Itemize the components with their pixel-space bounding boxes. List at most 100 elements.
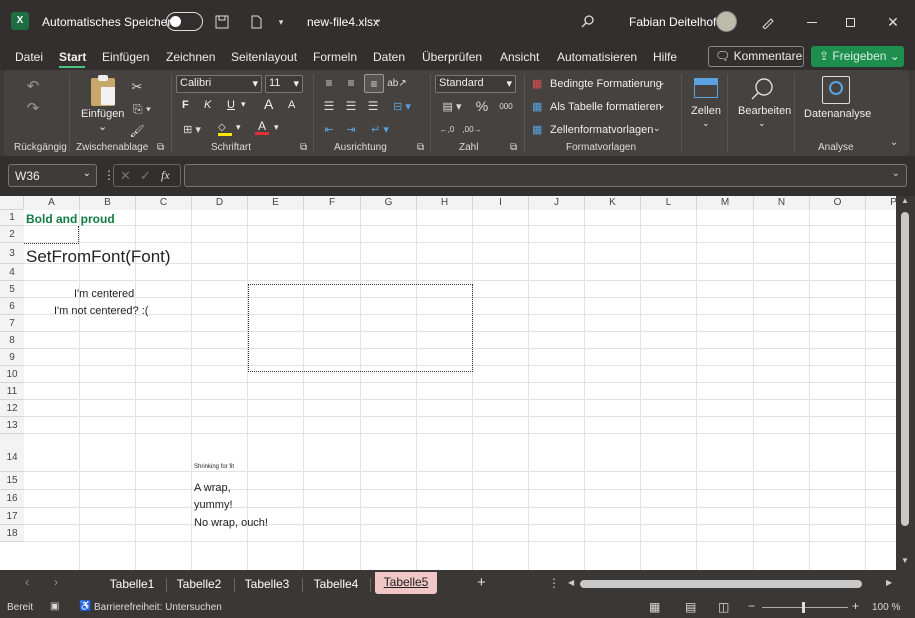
confirm-icon[interactable]: ✓ (140, 168, 151, 184)
underline-icon[interactable]: U (227, 99, 235, 111)
sheet-tab-4[interactable]: Tabelle4 (307, 574, 365, 594)
column-header-d[interactable]: D (192, 196, 248, 210)
search-icon[interactable] (578, 11, 598, 31)
scroll-left-icon[interactable]: ◀ (568, 578, 574, 587)
collapse-ribbon-icon[interactable]: ⌄ (886, 134, 902, 150)
formula-input[interactable]: ⌄ (184, 164, 907, 187)
row-header-2[interactable]: 2 (0, 226, 24, 243)
close-icon[interactable]: ✕ (883, 12, 903, 32)
font-color-chevron-icon[interactable]: ▾ (274, 122, 279, 133)
paste-icon[interactable] (91, 75, 115, 106)
cell-styles-chevron-icon[interactable]: ⌄ (653, 123, 661, 134)
format-as-table-button[interactable]: Als Tabelle formatieren (550, 101, 662, 113)
cell-a1[interactable]: Bold and proud (26, 212, 115, 226)
cell-d15-line1[interactable]: A wrap, (194, 482, 231, 494)
scroll-down-icon[interactable]: ▼ (901, 556, 909, 565)
row-header-6[interactable]: 6 (0, 298, 24, 315)
row-header-8[interactable]: 8 (0, 332, 24, 349)
data-analysis-button[interactable]: Datenanalyse (804, 108, 871, 120)
cancel-icon[interactable]: ✕ (120, 168, 131, 184)
shrink-font-icon[interactable]: A (288, 99, 295, 111)
font-name-select[interactable]: Calibri ▾ (176, 75, 262, 93)
vertical-scroll-thumb[interactable] (901, 212, 909, 526)
add-sheet-icon[interactable]: + (477, 574, 486, 591)
copy-icon[interactable]: ⎘ ▾ (128, 100, 156, 118)
row-header-13[interactable]: 13 (0, 417, 24, 434)
row-header-5[interactable]: 5 (0, 281, 24, 298)
maximize-icon[interactable] (840, 12, 860, 32)
row-header-16[interactable]: 16 (0, 490, 24, 508)
column-header-l[interactable]: L (641, 196, 697, 210)
tab-automatisieren[interactable]: Automatisieren (557, 50, 637, 64)
paste-chevron-icon[interactable]: ⌄ (98, 120, 107, 133)
accessibility-status[interactable]: Barrierefreiheit: Untersuchen (94, 602, 222, 613)
increase-decimal-icon[interactable]: ←,0 (437, 121, 457, 137)
spreadsheet-grid[interactable]: A B C D E F G H I J K L M N O P 1 2 3 4 5 6 7 8 9 10 11 12 13 14 15 16 1… (0, 196, 915, 570)
editing-chevron-icon[interactable]: ⌄ (758, 118, 766, 129)
document-icon[interactable] (246, 12, 266, 32)
number-format-select[interactable]: Standard ▾ (435, 75, 516, 93)
column-header-m[interactable]: M (697, 196, 754, 210)
expand-formula-icon[interactable]: ⌄ (892, 168, 900, 179)
column-header-h[interactable]: H (417, 196, 473, 210)
zoom-slider-thumb[interactable] (802, 602, 805, 613)
column-header-a[interactable]: A (24, 196, 80, 210)
sheet-tab-3[interactable]: Tabelle3 (238, 574, 296, 594)
column-header-n[interactable]: N (754, 196, 810, 210)
cells-chevron-icon[interactable]: ⌄ (702, 118, 710, 129)
zoom-in-icon[interactable]: + (852, 599, 859, 613)
merge-center-icon[interactable]: ⊟ ▾ (388, 98, 416, 114)
decrease-indent-icon[interactable]: ⇤ (320, 121, 338, 137)
cut-icon[interactable]: ✂ (128, 78, 146, 96)
insert-function-icon[interactable]: fx (161, 168, 170, 183)
avatar[interactable] (716, 11, 737, 32)
cell-d14[interactable]: Shrinking for fit (194, 464, 234, 470)
accounting-format-icon[interactable]: ▤ ▾ (437, 98, 467, 114)
italic-icon[interactable]: K (204, 99, 211, 111)
share-button[interactable]: ⇪ Freigeben ⌄ (811, 46, 904, 67)
number-launcher-icon[interactable]: ⧉ (510, 142, 517, 153)
column-header-o[interactable]: O (810, 196, 866, 210)
cells-button[interactable]: Zellen (691, 105, 721, 117)
row-header-1[interactable]: 1 (0, 210, 24, 226)
next-sheet-icon[interactable]: › (54, 575, 58, 589)
accessibility-icon[interactable]: ♿ (79, 601, 91, 612)
format-painter-icon[interactable]: 🖌 (128, 122, 146, 140)
column-header-k[interactable]: K (585, 196, 641, 210)
pen-icon[interactable] (758, 12, 778, 32)
tab-seitenlayout[interactable]: Seitenlayout (231, 50, 297, 64)
save-icon[interactable] (212, 12, 232, 32)
editing-search-icon[interactable] (748, 75, 776, 103)
wrap-text-icon[interactable]: ↵ ▾ (366, 121, 394, 137)
tab-zeichnen[interactable]: Zeichnen (166, 50, 215, 64)
cells-icon[interactable] (694, 78, 718, 98)
select-all-corner[interactable] (0, 196, 24, 210)
data-analysis-icon[interactable] (822, 76, 850, 104)
normal-view-icon[interactable]: ▦ (649, 600, 660, 614)
decrease-decimal-icon[interactable]: ,00→ (462, 121, 482, 137)
underline-chevron-icon[interactable]: ▾ (241, 99, 246, 110)
align-right-icon[interactable]: ☰ (364, 98, 382, 114)
align-bottom-icon[interactable]: ≡ (364, 74, 384, 93)
increase-indent-icon[interactable]: ⇥ (342, 121, 360, 137)
user-name[interactable]: Fabian Deitelhoff (629, 15, 720, 29)
zoom-slider-track[interactable] (762, 607, 848, 608)
align-center-icon[interactable]: ☰ (342, 98, 360, 114)
thousands-separator-icon[interactable]: 000 (496, 98, 516, 114)
conditional-format-chevron-icon[interactable]: ⌄ (658, 77, 666, 88)
sheet-tab-5[interactable]: Tabelle5 (375, 572, 437, 594)
tab-datei[interactable]: Datei (15, 50, 43, 64)
undo-icon[interactable]: ↶ (22, 76, 44, 96)
font-launcher-icon[interactable]: ⧉ (300, 142, 307, 153)
column-header-j[interactable]: J (529, 196, 585, 210)
horizontal-scroll-thumb[interactable] (580, 580, 862, 588)
column-header-f[interactable]: F (304, 196, 361, 210)
paste-button-label[interactable]: Einfügen (81, 108, 124, 120)
format-as-table-chevron-icon[interactable]: ⌄ (658, 100, 666, 111)
row-header-10[interactable]: 10 (0, 366, 24, 383)
row-header-12[interactable]: 12 (0, 400, 24, 417)
name-box[interactable]: W36 ⌄ (8, 164, 97, 187)
zoom-out-icon[interactable]: − (748, 599, 755, 613)
cell-d16[interactable]: No wrap, ouch! (194, 517, 268, 529)
cell-b5[interactable]: I'm centered (74, 288, 134, 300)
